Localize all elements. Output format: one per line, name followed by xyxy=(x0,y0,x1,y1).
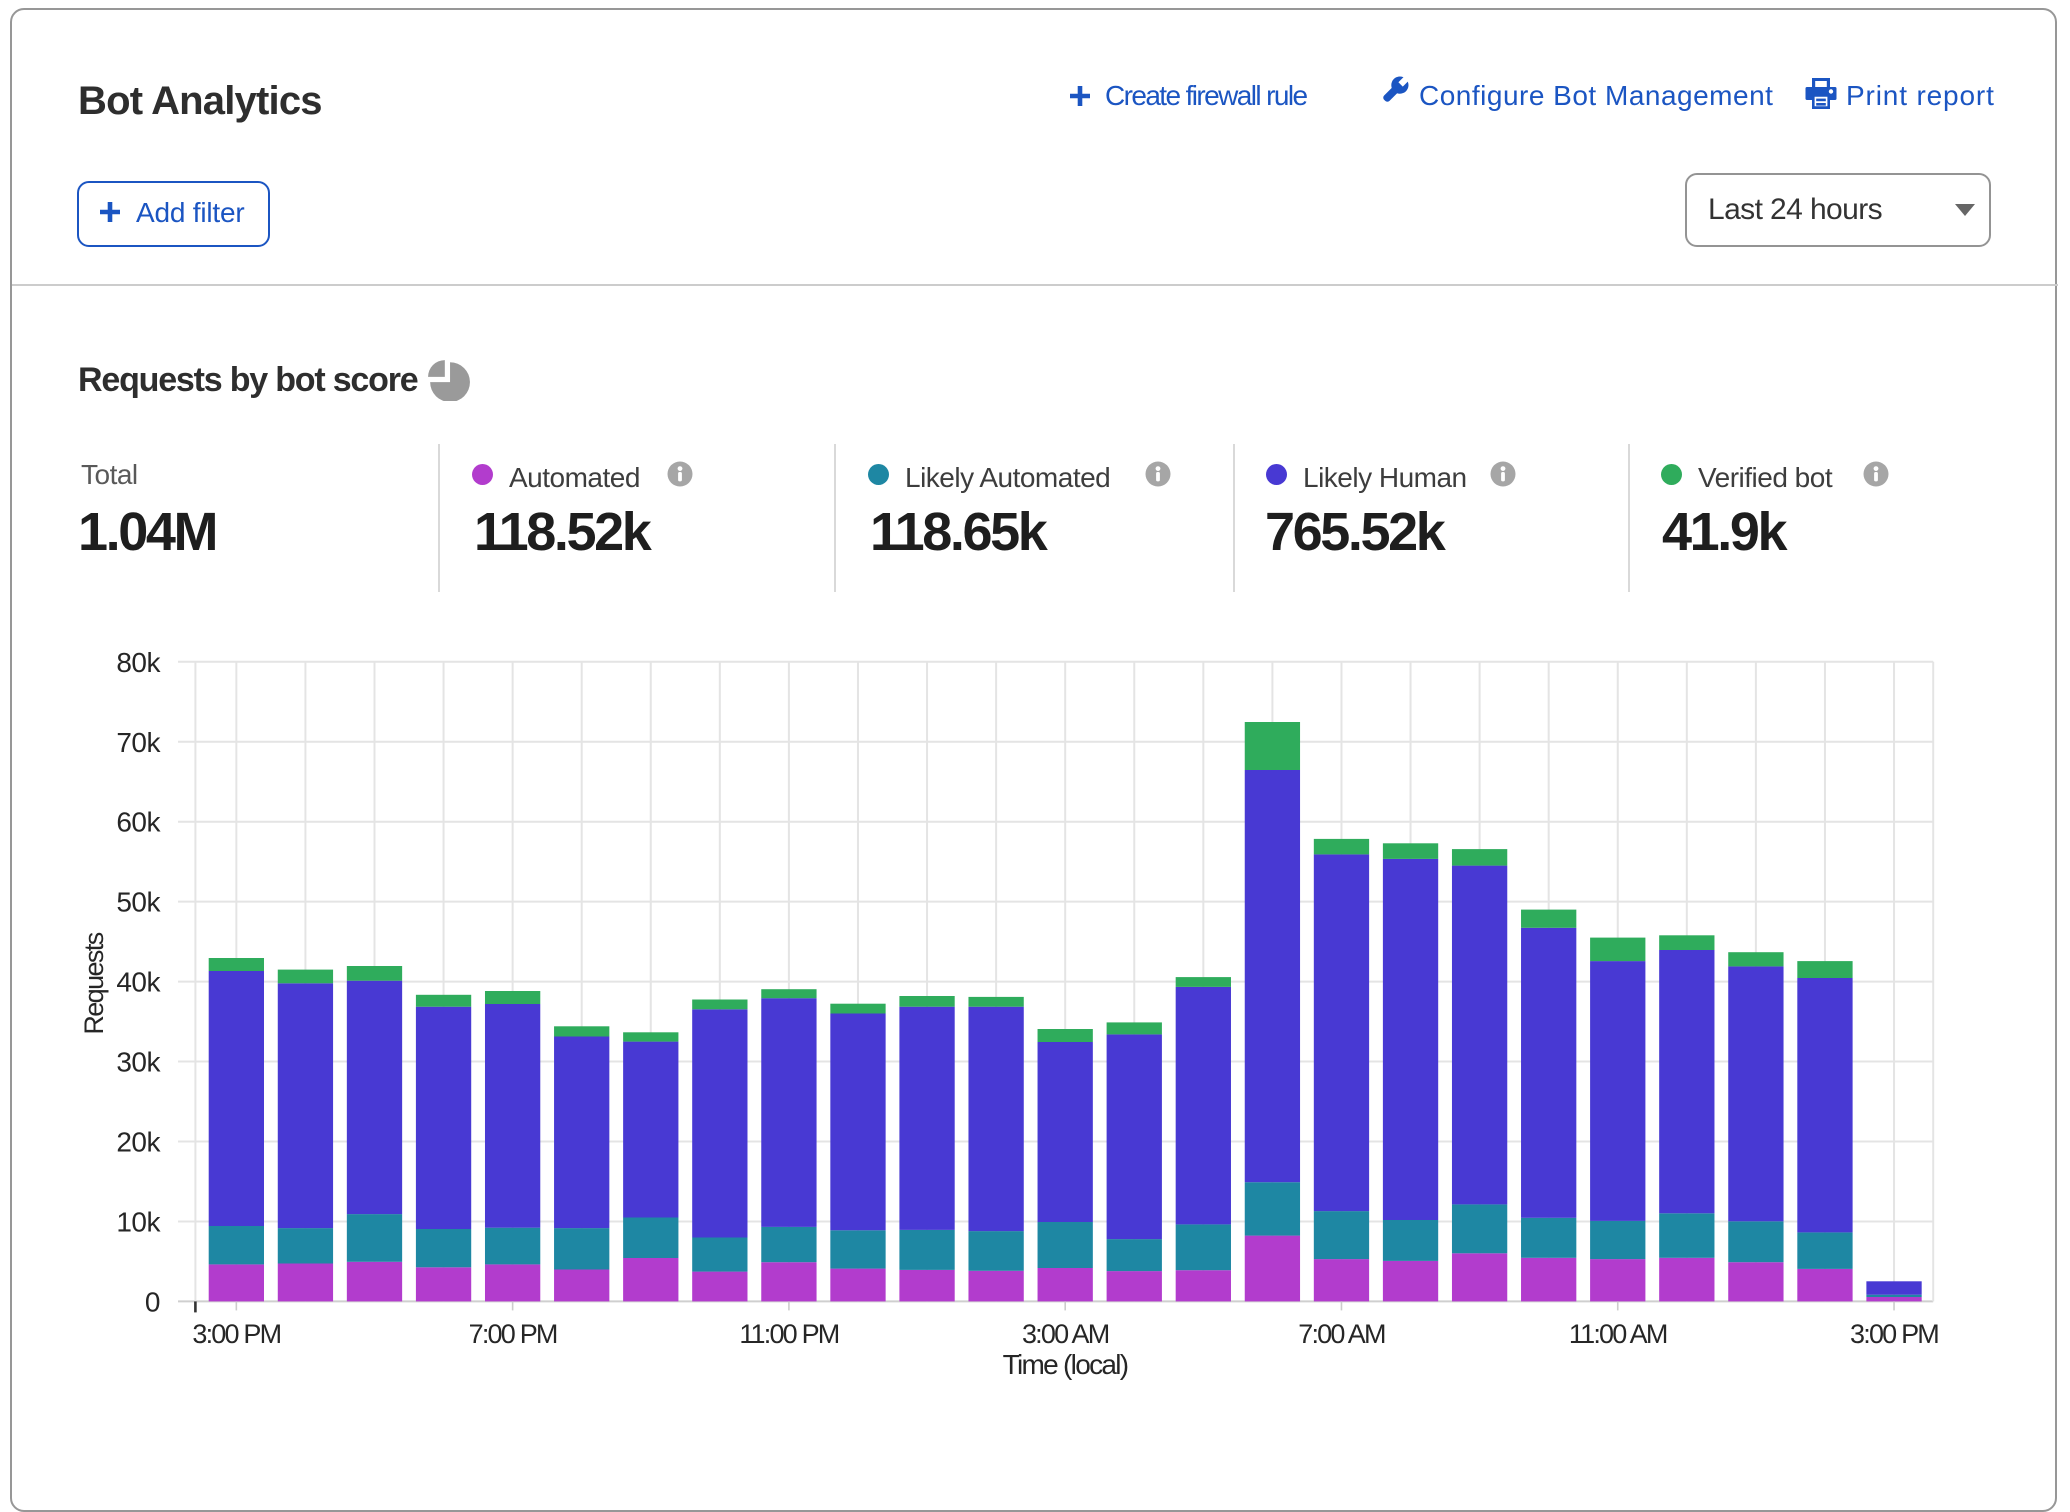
svg-text:3:00 AM: 3:00 AM xyxy=(1022,1319,1109,1349)
svg-text:50k: 50k xyxy=(116,887,161,918)
svg-text:Requests: Requests xyxy=(79,932,109,1034)
svg-text:60k: 60k xyxy=(116,807,161,838)
svg-text:20k: 20k xyxy=(116,1127,161,1158)
svg-text:0: 0 xyxy=(145,1286,160,1317)
svg-text:7:00 AM: 7:00 AM xyxy=(1298,1319,1385,1349)
svg-text:3:00 PM: 3:00 PM xyxy=(192,1319,280,1349)
svg-text:3:00 PM: 3:00 PM xyxy=(1850,1319,1938,1349)
svg-text:7:00 PM: 7:00 PM xyxy=(469,1319,557,1349)
svg-text:Time (local): Time (local) xyxy=(1003,1349,1128,1380)
svg-text:70k: 70k xyxy=(116,727,161,758)
svg-text:11:00 PM: 11:00 PM xyxy=(739,1319,838,1349)
svg-text:80k: 80k xyxy=(116,647,161,678)
svg-text:30k: 30k xyxy=(116,1047,161,1078)
svg-text:10k: 10k xyxy=(116,1206,161,1237)
svg-text:40k: 40k xyxy=(116,967,161,998)
svg-text:11:00 AM: 11:00 AM xyxy=(1569,1319,1667,1349)
